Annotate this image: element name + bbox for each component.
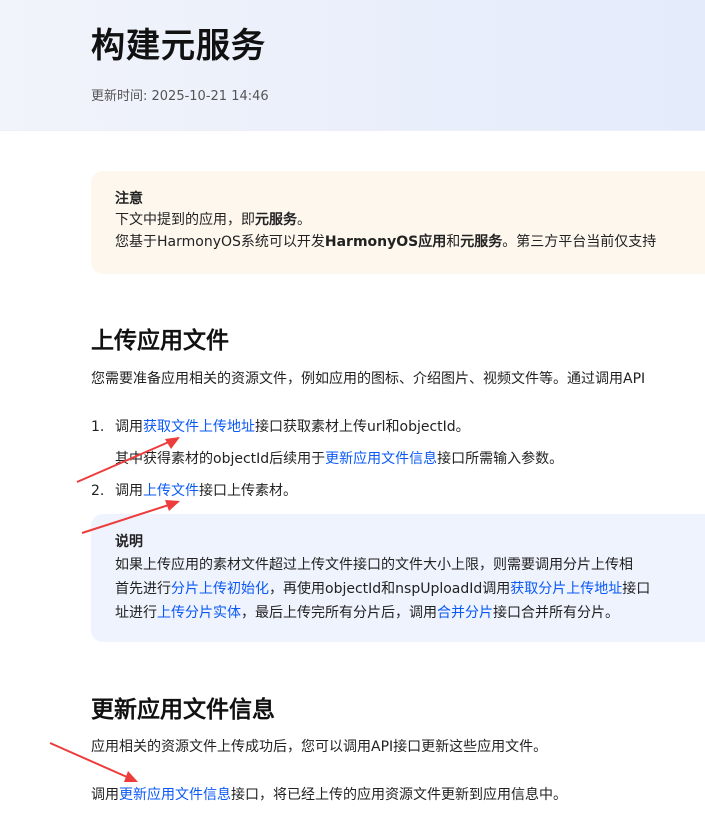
attention-note-title: 注意 [115,191,143,207]
note-line2-bold-service: 元服务 [460,234,503,250]
update-call-end: 接口，将已经上传的应用资源文件更新到应用信息中。 [231,787,567,803]
note-line1-bold: 元服务 [255,212,297,228]
tip-line3-mid: ，最后上传完所有分片后，调用 [241,605,437,621]
upload-intro: 您需要准备应用相关的资源文件，例如应用的图标、介绍图片、视频文件等。通过调用AP… [91,371,646,387]
step-2: 2. 调用上传文件接口上传素材。 [91,480,297,502]
step-1-number: 1. [91,419,105,435]
note-line1-text: 下文中提到的应用，即 [115,212,255,228]
update-time-line: 更新时间: 2025-10-21 14:46 [91,85,269,104]
attention-note-line-2: 您基于HarmonyOS系统可以开发HarmonyOS应用和元服务。第三方平台当… [115,231,705,253]
step-1-detail-end: 接口所需输入参数。 [437,451,564,467]
tip-line3-text: 址进行 [115,605,157,621]
tip-line2-text: 首先进行 [115,581,171,597]
step-1-detail-text: 其中获得素材的objectId后续用于 [115,451,326,467]
note-line2-bold-app: HarmonyOS应用 [324,234,447,250]
update-time-label: 更新时间: [91,89,152,104]
note-line2-and: 和 [446,234,461,250]
link-upload-part[interactable]: 上传分片实体 [157,605,241,621]
step-1-detail: 其中获得素材的objectId后续用于更新应用文件信息接口所需输入参数。 [115,448,563,470]
tip-line2-mid: ，再使用objectId和nspUploadId调用 [269,581,511,597]
step-1-text: 调用 [115,419,143,435]
link-upload-file[interactable]: 上传文件 [143,483,199,499]
info-note-line-1: 如果上传应用的素材文件超过上传文件接口的文件大小上限，则需要调用分片上传相 [115,557,633,573]
note-line1-end: 。 [297,212,311,228]
update-intro: 应用相关的资源文件上传成功后，您可以调用API接口更新这些应用文件。 [91,739,548,755]
page-title: 构建元服务 [91,26,266,66]
tip-line3-end: 接口合并所有分片。 [493,605,619,621]
info-note-line-2: 首先进行分片上传初始化，再使用objectId和nspUploadId调用获取分… [115,577,705,601]
info-note-line-3: 址进行上传分片实体，最后上传完所有分片后，调用合并分片接口合并所有分片。 [115,601,705,625]
link-update-file-info-2[interactable]: 更新应用文件信息 [119,787,231,803]
note-line2-text: 您基于HarmonyOS系统可以开发 [115,234,325,250]
attention-note-line-1: 下文中提到的应用，即元服务。 [115,209,705,231]
link-get-upload-url[interactable]: 获取文件上传地址 [143,419,255,435]
info-note-title: 说明 [115,534,143,550]
note-line2-end: 。第三方平台当前仅支持 [502,234,657,250]
info-note: 说明 如果上传应用的素材文件超过上传文件接口的文件大小上限，则需要调用分片上传相… [91,514,705,642]
page-header: 构建元服务 更新时间: 2025-10-21 14:46 [0,0,705,131]
update-call: 调用更新应用文件信息接口，将已经上传的应用资源文件更新到应用信息中。 [91,784,567,806]
tip-line2-end: 接口 [622,581,651,597]
section-heading-update: 更新应用文件信息 [91,697,275,723]
update-call-text: 调用 [91,787,119,803]
section-heading-upload: 上传应用文件 [91,328,229,354]
step-1-text-end: 接口获取素材上传url和objectId。 [255,419,470,435]
step-2-text: 调用 [115,483,143,499]
step-1: 1. 调用获取文件上传地址接口获取素材上传url和objectId。 [91,416,470,438]
link-merge-parts[interactable]: 合并分片 [437,605,493,621]
link-multipart-init[interactable]: 分片上传初始化 [171,581,269,597]
link-get-part-upload-url[interactable]: 获取分片上传地址 [510,581,622,597]
update-time-value: 2025-10-21 14:46 [151,89,269,104]
attention-note: 注意 下文中提到的应用，即元服务。 您基于HarmonyOS系统可以开发Harm… [91,171,705,274]
article-content: 注意 下文中提到的应用，即元服务。 您基于HarmonyOS系统可以开发Harm… [0,130,705,840]
link-update-file-info[interactable]: 更新应用文件信息 [325,451,437,467]
step-2-text-end: 接口上传素材。 [199,483,297,499]
step-2-number: 2. [91,483,105,499]
